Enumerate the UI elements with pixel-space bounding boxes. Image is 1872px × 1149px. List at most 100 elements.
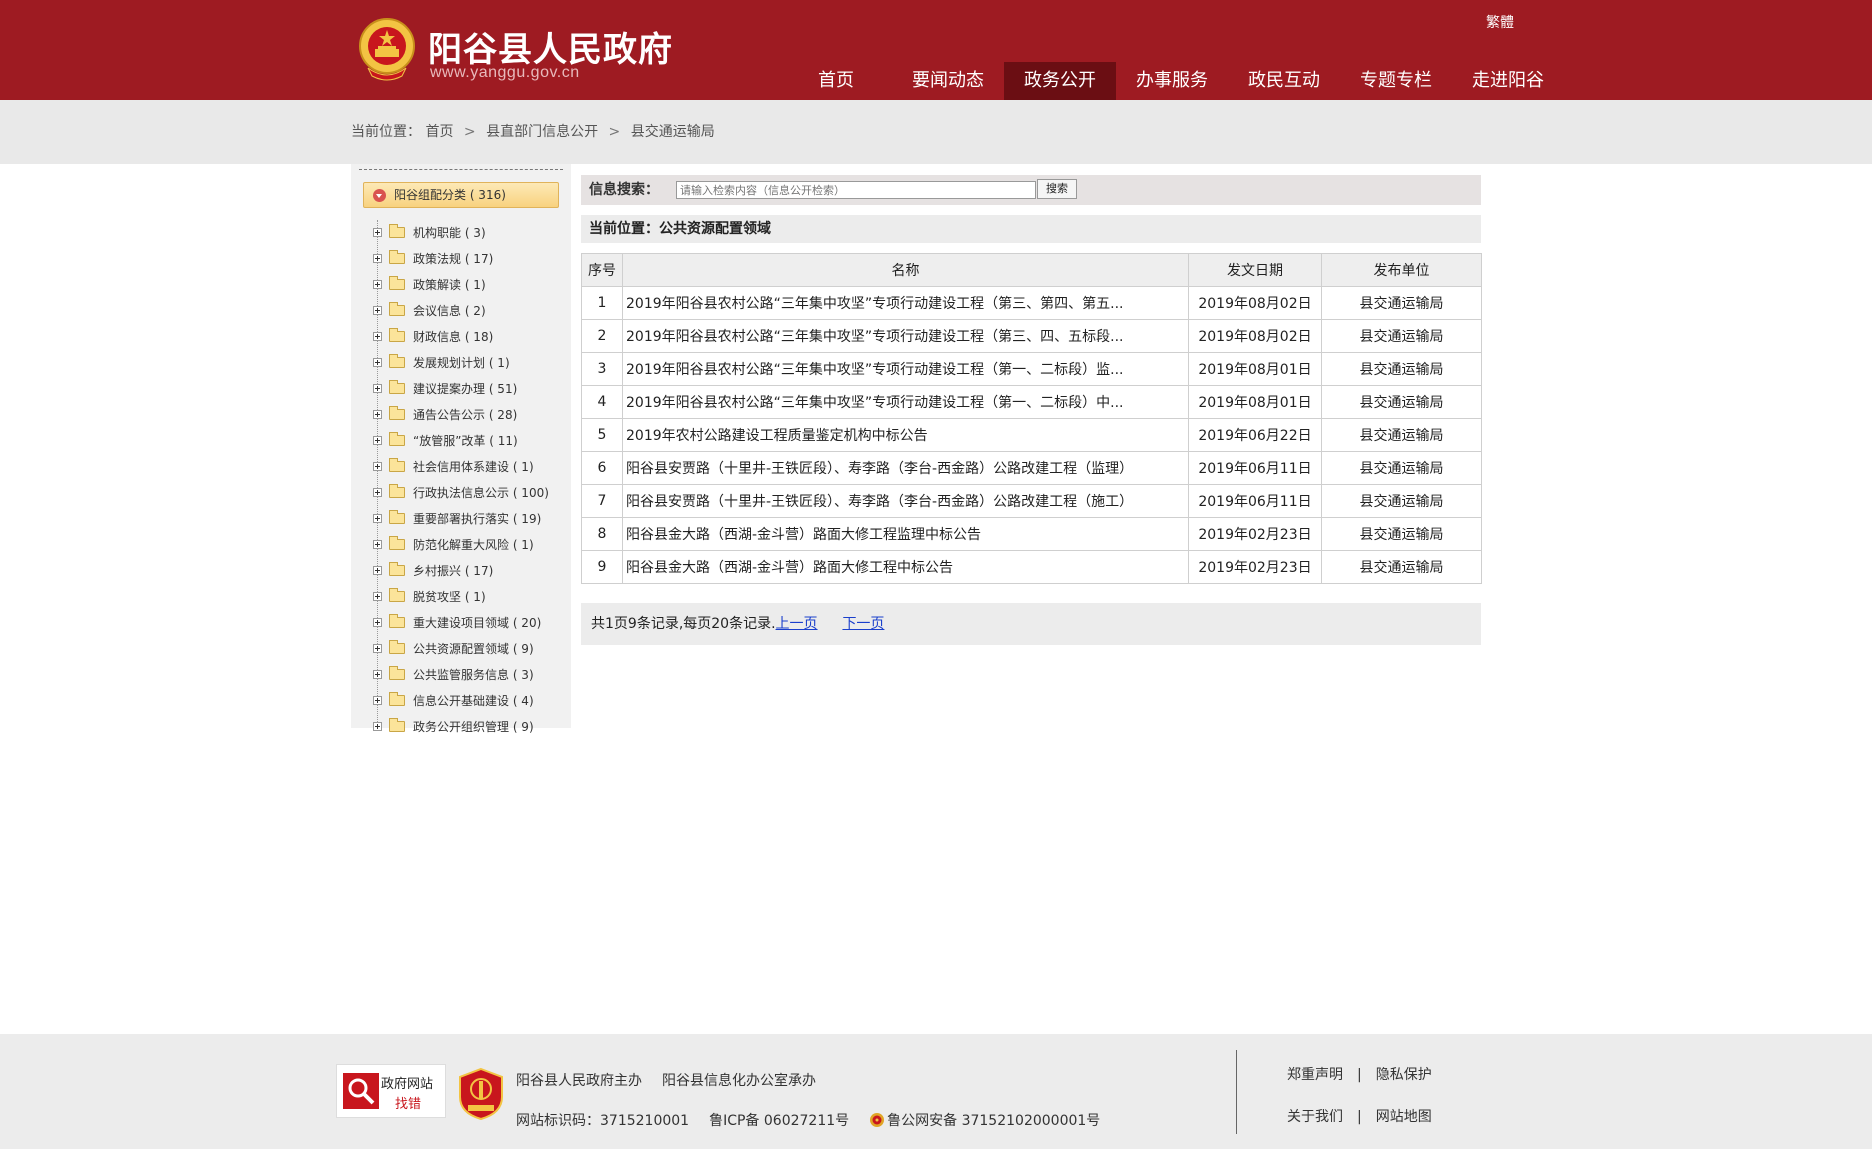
table-row: 2 2019年阳谷县农村公路“三年集中攻坚”专项行动建设工程（第三、四、五标段.… bbox=[581, 319, 1482, 353]
site-header: 阳谷县人民政府 www.yanggu.gov.cn 繁體 首页 要闻动态 政务公… bbox=[0, 0, 1872, 100]
footer-link-sitemap[interactable]: 网站地图 bbox=[1376, 1109, 1432, 1125]
row-index: 5 bbox=[581, 418, 623, 452]
tree-item[interactable]: 脱贫攻坚 ( 1) bbox=[373, 584, 563, 610]
expand-icon[interactable] bbox=[373, 566, 382, 575]
tree-item[interactable]: 重大建设项目领域 ( 20) bbox=[373, 610, 563, 636]
tree-item-label: 重要部署执行落实 ( 19) bbox=[413, 512, 542, 526]
next-page-link[interactable]: 下一页 bbox=[842, 616, 884, 632]
traditional-chinese-link[interactable]: 繁體 bbox=[1486, 12, 1514, 32]
police-badge-icon bbox=[870, 1113, 885, 1127]
prev-page-link[interactable]: 上一页 bbox=[776, 616, 818, 632]
search-input[interactable] bbox=[676, 181, 1036, 199]
breadcrumb: 当前位置： 首页 > 县直部门信息公开 > 县交通运输局 bbox=[351, 100, 715, 164]
footer-link-privacy[interactable]: 隐私保护 bbox=[1376, 1067, 1432, 1083]
row-index: 6 bbox=[581, 451, 623, 485]
folder-icon bbox=[389, 562, 405, 576]
table-row: 4 2019年阳谷县农村公路“三年集中攻坚”专项行动建设工程（第一、二标段）中.… bbox=[581, 385, 1482, 419]
tree-item[interactable]: 社会信用体系建设 ( 1) bbox=[373, 454, 563, 480]
tree-item[interactable]: 乡村振兴 ( 17) bbox=[373, 558, 563, 584]
row-title-link[interactable]: 阳谷县金大路（西湖-金斗营）路面大修工程中标公告 bbox=[622, 550, 1189, 584]
tree-item-label: 会议信息 ( 2) bbox=[413, 304, 486, 318]
expand-icon[interactable] bbox=[373, 436, 382, 445]
expand-icon[interactable] bbox=[373, 254, 382, 263]
row-title-link[interactable]: 2019年农村公路建设工程质量鉴定机构中标公告 bbox=[622, 418, 1189, 452]
expand-icon[interactable] bbox=[373, 332, 382, 341]
collapse-icon[interactable] bbox=[373, 189, 386, 202]
expand-icon[interactable] bbox=[373, 488, 382, 497]
nav-topics[interactable]: 专题专栏 bbox=[1340, 62, 1452, 100]
footer-link-about[interactable]: 关于我们 bbox=[1287, 1109, 1343, 1125]
row-index: 2 bbox=[581, 319, 623, 353]
expand-icon[interactable] bbox=[373, 384, 382, 393]
footer-icp-link[interactable]: 鲁ICP备 06027211号 bbox=[709, 1113, 849, 1129]
row-title-link[interactable]: 阳谷县金大路（西湖-金斗营）路面大修工程监理中标公告 bbox=[622, 517, 1189, 551]
expand-icon[interactable] bbox=[373, 514, 382, 523]
row-title-link[interactable]: 2019年阳谷县农村公路“三年集中攻坚”专项行动建设工程（第一、二标段）中... bbox=[622, 385, 1189, 419]
row-title-link[interactable]: 2019年阳谷县农村公路“三年集中攻坚”专项行动建设工程（第三、四、五标段... bbox=[622, 319, 1189, 353]
row-date: 2019年08月01日 bbox=[1188, 352, 1322, 386]
breadcrumb-separator: > bbox=[463, 124, 476, 140]
row-title-link[interactable]: 2019年阳谷县农村公路“三年集中攻坚”专项行动建设工程（第三、第四、第五... bbox=[622, 286, 1189, 320]
table-header-row: 序号 名称 发文日期 发布单位 bbox=[581, 253, 1482, 287]
tree-item[interactable]: 财政信息 ( 18) bbox=[373, 324, 563, 350]
row-date: 2019年08月02日 bbox=[1188, 286, 1322, 320]
folder-icon bbox=[389, 432, 405, 446]
tree-item[interactable]: 机构职能 ( 3) bbox=[373, 220, 563, 246]
tree-item[interactable]: 政策法规 ( 17) bbox=[373, 246, 563, 272]
search-button[interactable]: 搜索 bbox=[1037, 179, 1077, 199]
expand-icon[interactable] bbox=[373, 722, 382, 731]
expand-icon[interactable] bbox=[373, 592, 382, 601]
expand-icon[interactable] bbox=[373, 670, 382, 679]
row-unit: 县交通运输局 bbox=[1321, 484, 1482, 518]
table-row: 6 阳谷县安贾路（十里井-王铁匠段）、寿李路（李台-西金路）公路改建工程（监理）… bbox=[581, 451, 1482, 485]
expand-icon[interactable] bbox=[373, 306, 382, 315]
search-label: 信息搜索： bbox=[589, 182, 659, 198]
expand-icon[interactable] bbox=[373, 358, 382, 367]
expand-icon[interactable] bbox=[373, 696, 382, 705]
tree-item[interactable]: 防范化解重大风险 ( 1) bbox=[373, 532, 563, 558]
nav-interaction[interactable]: 政民互动 bbox=[1228, 62, 1340, 100]
row-unit: 县交通运输局 bbox=[1321, 286, 1482, 320]
party-gov-agency-badge-icon[interactable] bbox=[458, 1067, 504, 1121]
tree-item[interactable]: 公共资源配置领域 ( 9) bbox=[373, 636, 563, 662]
expand-icon[interactable] bbox=[373, 462, 382, 471]
row-date: 2019年02月23日 bbox=[1188, 517, 1322, 551]
tree-item[interactable]: 公共监管服务信息 ( 3) bbox=[373, 662, 563, 688]
nav-gov-affairs[interactable]: 政务公开 bbox=[1004, 62, 1116, 100]
tree-item[interactable]: 会议信息 ( 2) bbox=[373, 298, 563, 324]
expand-icon[interactable] bbox=[373, 540, 382, 549]
row-title-link[interactable]: 2019年阳谷县农村公路“三年集中攻坚”专项行动建设工程（第一、二标段）监... bbox=[622, 352, 1189, 386]
expand-icon[interactable] bbox=[373, 644, 382, 653]
expand-icon[interactable] bbox=[373, 228, 382, 237]
footer-link-disclaimer[interactable]: 郑重声明 bbox=[1287, 1067, 1343, 1083]
breadcrumb-transport-bureau[interactable]: 县交通运输局 bbox=[631, 124, 715, 140]
nav-about-yanggu[interactable]: 走进阳谷 bbox=[1452, 62, 1564, 100]
tree-root[interactable]: 阳谷组配分类 ( 316) bbox=[363, 182, 559, 208]
row-unit: 县交通运输局 bbox=[1321, 319, 1482, 353]
tree-item[interactable]: 重要部署执行落实 ( 19) bbox=[373, 506, 563, 532]
expand-icon[interactable] bbox=[373, 410, 382, 419]
tree-item-label: 公共资源配置领域 ( 9) bbox=[413, 642, 534, 656]
tree-item[interactable]: 政策解读 ( 1) bbox=[373, 272, 563, 298]
tree-item[interactable]: “放管服”改革 ( 11) bbox=[373, 428, 563, 454]
tree-item[interactable]: 发展规划计划 ( 1) bbox=[373, 350, 563, 376]
tree-item[interactable]: 行政执法信息公示 ( 100) bbox=[373, 480, 563, 506]
row-title-link[interactable]: 阳谷县安贾路（十里井-王铁匠段）、寿李路（李台-西金路）公路改建工程（施工） bbox=[622, 484, 1189, 518]
gov-site-error-report-badge[interactable]: 政府网站 找错 bbox=[336, 1064, 446, 1118]
expand-icon[interactable] bbox=[373, 618, 382, 627]
nav-news[interactable]: 要闻动态 bbox=[892, 62, 1004, 100]
footer-police-link[interactable]: 鲁公网安备 37152102000001号 bbox=[887, 1113, 1100, 1129]
tree-item[interactable]: 政务公开组织管理 ( 9) bbox=[373, 714, 563, 740]
category-tree: 机构职能 ( 3) 政策法规 ( 17) 政策解读 ( 1) 会议信息 ( 2)… bbox=[373, 220, 563, 740]
folder-icon bbox=[389, 510, 405, 524]
tree-item[interactable]: 建议提案办理 ( 51) bbox=[373, 376, 563, 402]
breadcrumb-dept-info[interactable]: 县直部门信息公开 bbox=[486, 124, 598, 140]
breadcrumb-home[interactable]: 首页 bbox=[425, 124, 453, 140]
row-unit: 县交通运输局 bbox=[1321, 418, 1482, 452]
tree-item[interactable]: 信息公开基础建设 ( 4) bbox=[373, 688, 563, 714]
expand-icon[interactable] bbox=[373, 280, 382, 289]
row-title-link[interactable]: 阳谷县安贾路（十里井-王铁匠段）、寿李路（李台-西金路）公路改建工程（监理） bbox=[622, 451, 1189, 485]
nav-services[interactable]: 办事服务 bbox=[1116, 62, 1228, 100]
tree-item[interactable]: 通告公告公示 ( 28) bbox=[373, 402, 563, 428]
nav-home[interactable]: 首页 bbox=[780, 62, 892, 100]
